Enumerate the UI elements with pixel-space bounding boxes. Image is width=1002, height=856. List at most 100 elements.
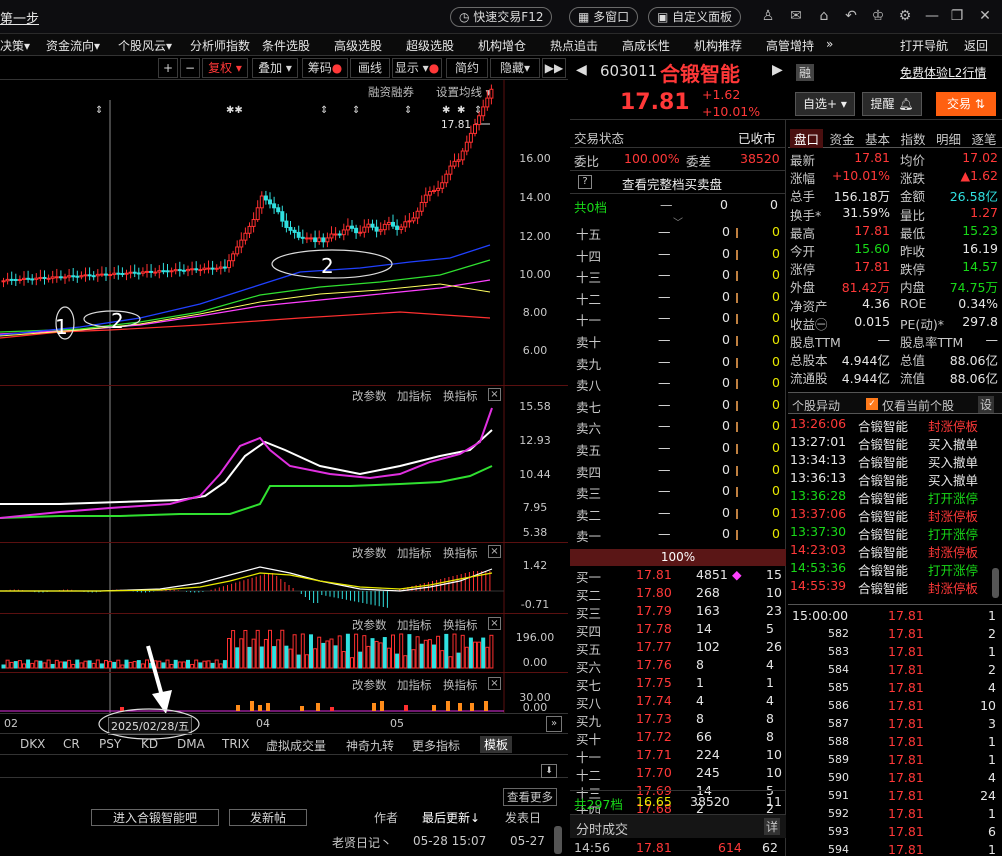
menu-item-1[interactable]: 资金流向▾ [46,37,100,54]
minimize-icon[interactable]: — [924,8,940,24]
event-stock[interactable]: 合锻智能 [858,434,908,453]
sell-level-label: 卖十 [576,335,602,350]
menu-item-7[interactable]: 机构增仓 [478,37,526,54]
menu-item-10[interactable]: 机构推荐 [694,37,742,54]
trade-button[interactable]: 交易 ⇅ [936,92,996,116]
volume-bar [395,653,400,669]
back-button[interactable]: 返回 [964,37,988,54]
kline-panel[interactable]: 融资融券 设置均线 ▾ ⇕ ✱✱ ⇕ ⇕ ⇕ ✱ ✱ ⇕ 17.81 1 2 2 16.00 … [0,80,568,386]
display-button[interactable]: 显示 ▾● [392,58,442,78]
tab-more-indicators[interactable]: 更多指标 [412,737,460,754]
info-tab[interactable]: 指数 [897,129,930,148]
chouma-button[interactable]: 筹码● [302,58,348,78]
tab-kd[interactable]: KD [141,737,158,751]
restore-icon[interactable]: ❐ [949,8,965,24]
forum-row-author[interactable]: 老贤日记丶 [332,834,392,851]
tab-dma[interactable]: DMA [177,737,205,751]
menu-item-4[interactable]: 条件选股 [262,37,310,54]
home-icon[interactable]: ⌂ [816,8,832,24]
tick-detail-button[interactable]: 详 [764,818,781,835]
close-icon[interactable]: ✕ [977,8,993,24]
candle-body [42,276,47,279]
tab-cr[interactable]: CR [63,737,80,751]
candle-body [124,272,129,275]
mail-icon[interactable]: ✉ [788,8,804,24]
event-stock[interactable]: 合锻智能 [858,524,908,543]
multi-window-button[interactable]: ▦ 多窗口 [569,7,639,27]
tab-template[interactable]: 模板 [480,736,513,753]
menu-item-3[interactable]: 分析师指数 [190,37,250,54]
menu-more[interactable]: » [826,37,833,51]
user-icon[interactable]: ♙ [760,8,776,24]
info-tab[interactable]: 逐笔 [968,129,1001,148]
expand-icon[interactable]: ▶▶ [542,58,566,78]
volume-bar [489,634,494,669]
event-stock[interactable]: 合锻智能 [858,470,908,489]
window-title[interactable]: 第一步 [0,8,39,27]
menu-item-5[interactable]: 高级选股 [334,37,382,54]
indicator-panel-4[interactable]: 改参数 加指标 换指标 × 30.00 0.00 [0,673,568,714]
indicator-4-bar [316,703,320,711]
settings-icon[interactable]: ⚙ [897,8,913,24]
simple-button[interactable]: 简约 [446,58,488,78]
custom-panel-button[interactable]: ▣ 自定义面板 [648,7,742,27]
info-tab[interactable]: 盘口 [790,129,823,148]
tab-magic-nine[interactable]: 神奇九转 [346,737,394,754]
only-current-label[interactable]: 仅看当前个股 [882,397,954,414]
fuquan-button[interactable]: 复权 ▾ [202,58,248,78]
indicator-panel-2[interactable]: 改参数 加指标 换指标 × 1.42 -0.71 [0,543,568,613]
menu-item-11[interactable]: 高管增持 [766,37,814,54]
menu-item-6[interactable]: 超级选股 [406,37,454,54]
event-stock[interactable]: 合锻智能 [858,488,908,507]
scroll-right-icon[interactable]: » [546,716,562,732]
zoom-out-button[interactable]: − [180,58,200,78]
candle-body [251,219,256,227]
full-book-link[interactable]: 查看完整档买卖盘 [622,174,722,193]
free-l2-link[interactable]: 免费体验L2行情 [900,64,986,81]
post-time-header[interactable]: 发表日 [505,809,541,826]
draw-line-button[interactable]: 画线 [350,58,390,78]
menu-item-0[interactable]: 决策▾ [0,37,30,54]
indicator-panel-3[interactable]: 改参数 加指标 换指标 × 196.00 0.00 [0,614,568,672]
undo-icon[interactable]: ↶ [843,8,859,24]
event-stock[interactable]: 合锻智能 [858,560,908,579]
alert-button[interactable]: 提醒 🔔︎ [862,92,922,116]
next-stock-icon[interactable]: ▶ [772,62,783,78]
volume-bar [329,638,334,669]
fast-trade-button[interactable]: ◷ 快速交易F12 [450,7,553,27]
menu-item-9[interactable]: 高成长性 [622,37,670,54]
tab-psy[interactable]: PSY [99,737,121,751]
event-stock[interactable]: 合锻智能 [858,578,908,597]
menu-item-8[interactable]: 热点追击 [550,37,598,54]
kline-event-markers: ⇕ ✱✱ ⇕ ⇕ ⇕ ✱ ✱ ⇕ [95,105,482,116]
event-stock[interactable]: 合锻智能 [858,506,908,525]
tab-trix[interactable]: TRIX [222,737,249,751]
last-update-header[interactable]: 最后更新↓ [422,809,480,826]
help-icon[interactable]: ? [578,175,592,189]
info-tab[interactable]: 基本 [861,129,894,148]
zoom-in-button[interactable]: + [158,58,178,78]
events-settings-button[interactable]: 设 [978,396,995,413]
event-stock[interactable]: 合锻智能 [858,452,908,471]
overlay-button[interactable]: 叠加 ▾ [252,58,298,78]
prev-stock-icon[interactable]: ◀ [576,62,587,78]
only-current-checkbox[interactable]: ✓ [866,398,878,410]
enter-forum-button[interactable]: 进入合锻智能吧 [91,809,219,826]
menu-item-2[interactable]: 个股风云▾ [118,37,172,54]
info-tab[interactable]: 明细 [932,129,965,148]
event-stock[interactable]: 合锻智能 [858,416,908,435]
hide-button[interactable]: 隐藏▾ [490,58,540,78]
new-post-button[interactable]: 发新帖 [229,809,307,826]
indicator-panel-1[interactable]: 改参数 加指标 换指标 × 15.58 12.93 10.44 7.95 5.3… [0,386,568,542]
check-more-button[interactable]: 查看更多 [503,788,557,806]
open-navigation[interactable]: 打开导航 [900,37,948,54]
info-tab[interactable]: 资金 [826,129,859,148]
shirt-icon[interactable]: ♔ [870,8,886,24]
collapse-icon[interactable]: ⬇ [541,764,557,778]
events-scrollbar[interactable] [992,568,999,598]
tab-virtual-volume[interactable]: 虚拟成交量 [266,737,326,754]
tab-dkx[interactable]: DKX [20,737,45,751]
forum-scrollbar[interactable] [554,826,562,854]
event-stock[interactable]: 合锻智能 [858,542,908,561]
add-watchlist-button[interactable]: 自选+ ▾ [795,92,855,116]
